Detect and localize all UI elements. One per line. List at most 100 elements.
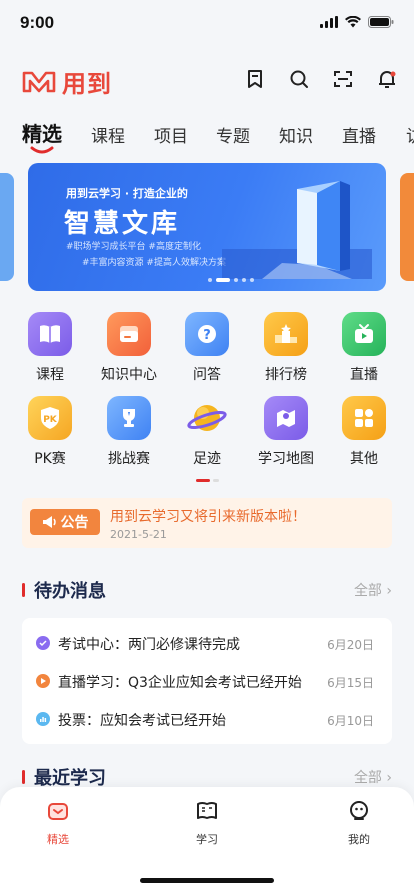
podium-icon: [264, 312, 308, 356]
tv-icon: [342, 312, 386, 356]
home-indicator: [140, 878, 274, 883]
planet-icon: [185, 396, 229, 440]
grid-item-others[interactable]: 其他: [324, 396, 404, 468]
grid-item-qa[interactable]: ? 问答: [167, 312, 247, 384]
vote-icon: [36, 712, 50, 726]
todo-text: 考试中心：两门必修课待完成: [58, 637, 240, 653]
tabbar-label: 学习: [196, 833, 218, 846]
app-header: 用到: [0, 56, 414, 104]
grid-item-learning-map[interactable]: 学习地图: [246, 396, 326, 468]
bottom-tab-bar: 精选 学习 我的: [0, 787, 414, 896]
todo-date: 6月20日: [327, 638, 374, 652]
bookmark-icon[interactable]: [244, 68, 266, 90]
map-icon: [264, 396, 308, 440]
door-illustration: [222, 181, 372, 279]
recent-section-header: 最近学习 全部 ›: [22, 764, 392, 789]
banner-title: 智慧文库: [64, 209, 181, 239]
active-tab-indicator: [30, 146, 54, 154]
announcement-text: 用到云学习又将引来新版本啦！: [110, 509, 306, 525]
signal-icon: [320, 16, 338, 28]
todo-text: 投票：应知会考试已经开始: [58, 713, 226, 729]
carousel-dots: [208, 278, 254, 282]
grid-item-knowledge-center[interactable]: 知识中心: [89, 312, 169, 384]
status-time: 9:00: [20, 13, 55, 32]
banner-slide[interactable]: 用到云学习 · 打造企业的 智慧文库 #职场学习成长平台 #高度定制化 #丰富内…: [28, 163, 386, 291]
banner-subtitle: 用到云学习 · 打造企业的: [66, 187, 188, 200]
todo-date: 6月10日: [327, 714, 374, 728]
todo-list: 考试中心：两门必修课待完成 6月20日 直播学习：Q3企业应知会考试已经开始 6…: [22, 618, 392, 744]
tab-topics[interactable]: 专题: [216, 122, 250, 147]
tab-featured[interactable]: 精选: [22, 118, 62, 147]
grid-item-footprint[interactable]: 足迹: [167, 396, 247, 468]
todo-see-all[interactable]: 全部 ›: [354, 580, 392, 600]
category-tabs: 精选 课程 项目 专题 知识 直播 访: [0, 114, 414, 158]
scan-icon[interactable]: [332, 68, 354, 90]
featured-icon: [48, 803, 68, 820]
tab-knowledge[interactable]: 知识: [279, 122, 313, 147]
grid-label: 学习地图: [258, 451, 314, 467]
todo-date: 6月15日: [327, 676, 374, 690]
study-book-icon: [197, 802, 217, 819]
svg-text:PK: PK: [43, 415, 58, 425]
list-item[interactable]: 投票：应知会考试已经开始 6月10日: [22, 700, 392, 738]
grid-label: 足迹: [193, 451, 221, 467]
book-icon: [28, 312, 72, 356]
tabbar-label: 精选: [47, 833, 69, 846]
search-icon[interactable]: [288, 68, 310, 90]
wifi-icon: [345, 16, 361, 28]
grid-item-courses[interactable]: 课程: [10, 312, 90, 384]
tabbar-featured[interactable]: 精选: [28, 799, 88, 847]
grid-label: 其他: [350, 451, 378, 467]
banner-next-peek[interactable]: [400, 173, 414, 281]
system-icons: [320, 16, 394, 28]
play-icon: [36, 674, 50, 688]
list-item[interactable]: 考试中心：两门必修课待完成 6月20日: [22, 624, 392, 662]
banner-tags-1: #职场学习成长平台 #高度定制化: [66, 242, 201, 252]
grid-item-pk[interactable]: PK PK赛: [10, 396, 90, 468]
announcement-badge: 公告: [30, 509, 100, 535]
tab-projects[interactable]: 项目: [154, 122, 188, 147]
battery-icon: [368, 16, 394, 28]
grid-label: 排行榜: [265, 367, 307, 383]
tab-more[interactable]: 访: [406, 122, 414, 147]
tab-courses[interactable]: 课程: [91, 122, 125, 147]
grid-item-leaderboard[interactable]: 排行榜: [246, 312, 326, 384]
todo-section-header: 待办消息 全部 ›: [22, 577, 392, 602]
status-bar: 9:00: [0, 0, 414, 48]
exam-icon: [36, 636, 50, 650]
recent-see-all[interactable]: 全部 ›: [354, 767, 392, 787]
question-icon: ?: [185, 312, 229, 356]
brand-name: 用到: [62, 70, 112, 98]
grid-item-challenge[interactable]: 挑战赛: [89, 396, 169, 468]
see-all-label: 全部: [353, 583, 382, 599]
see-all-label: 全部: [353, 770, 382, 786]
todo-section-title: 待办消息: [34, 581, 106, 602]
todo-text: 直播学习：Q3企业应知会考试已经开始: [58, 675, 302, 691]
tabbar-me[interactable]: 我的: [329, 799, 389, 847]
tab-live[interactable]: 直播: [342, 122, 376, 147]
chevron-right-icon: ›: [386, 583, 392, 599]
grid-label: 挑战赛: [108, 451, 150, 467]
grid-label: PK赛: [34, 451, 66, 467]
announcement-date: 2021-5-21: [110, 528, 167, 541]
announcement-badge-label: 公告: [60, 515, 89, 531]
grid-pager: [196, 479, 219, 482]
announcement-bar[interactable]: 公告 用到云学习又将引来新版本啦！ 2021-5-21: [22, 498, 392, 548]
bell-icon[interactable]: [376, 68, 398, 90]
banner-carousel: 用到云学习 · 打造企业的 智慧文库 #职场学习成长平台 #高度定制化 #丰富内…: [0, 163, 414, 291]
grid-item-live[interactable]: 直播: [324, 312, 404, 384]
grid-label: 知识中心: [101, 367, 157, 383]
apps-icon: [342, 396, 386, 440]
banner-tags-2: #丰富内容资源 #提高人效解决方案: [82, 258, 226, 268]
banner-prev-peek[interactable]: [0, 173, 14, 281]
section-accent: [22, 770, 25, 784]
tabbar-label: 我的: [348, 833, 370, 846]
trophy-icon: [107, 396, 151, 440]
section-accent: [22, 583, 25, 597]
folder-icon: [107, 312, 151, 356]
list-item[interactable]: 直播学习：Q3企业应知会考试已经开始 6月15日: [22, 662, 392, 700]
profile-icon: [350, 801, 368, 820]
megaphone-icon: [42, 516, 56, 528]
brand-logo[interactable]: 用到: [22, 64, 112, 99]
tabbar-study[interactable]: 学习: [177, 799, 237, 847]
